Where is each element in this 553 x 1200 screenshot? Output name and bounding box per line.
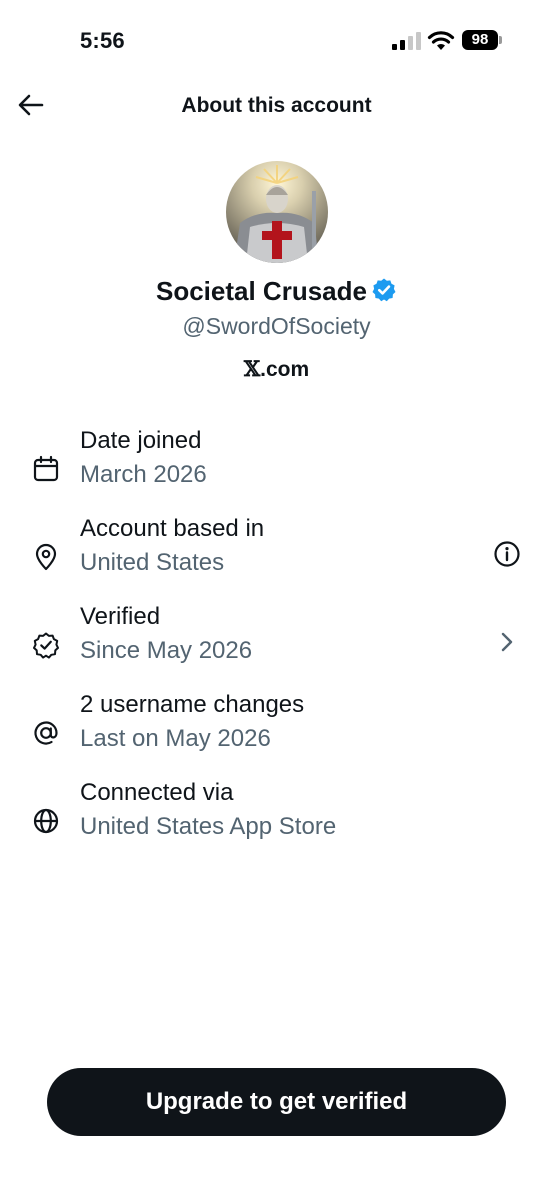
detail-row-date-joined: Date joined March 2026 — [0, 427, 553, 507]
detail-title: Verified — [80, 603, 161, 630]
status-bar: 5:56 98 — [0, 0, 553, 80]
handle: @SwordOfSociety — [182, 313, 371, 339]
detail-value: March 2026 — [80, 461, 207, 488]
verified-blue-check-icon[interactable] — [371, 277, 397, 303]
detail-value: United States App Store — [80, 813, 337, 840]
detail-title: Account based in — [80, 515, 265, 542]
detail-row-account-location: Account based in United States — [0, 515, 553, 595]
detail-row-username-changes: 2 username changes Last on May 2026 — [0, 691, 553, 771]
info-button[interactable] — [492, 539, 522, 569]
globe-icon — [33, 808, 59, 834]
info-icon — [494, 541, 520, 567]
detail-title: Connected via — [80, 779, 234, 806]
display-name: Societal Crusade — [156, 276, 367, 306]
domain-text: .com — [260, 358, 310, 381]
location-pin-icon — [35, 543, 57, 571]
detail-value: Since May 2026 — [80, 637, 253, 664]
battery-level: 98 — [462, 30, 498, 50]
page-title: About this account — [181, 94, 372, 117]
verified-badge-icon — [33, 632, 59, 659]
detail-value: Last on May 2026 — [80, 725, 271, 752]
account-domain: 𝕏.com — [0, 356, 553, 382]
display-name-row: Societal Crusade — [0, 276, 553, 307]
wifi-icon — [427, 31, 455, 50]
avatar[interactable] — [226, 161, 328, 263]
chevron-right-icon — [501, 632, 513, 652]
crusader-knight-avatar-icon — [226, 161, 328, 263]
x-logo-icon: 𝕏 — [243, 356, 261, 381]
status-time: 5:56 — [80, 28, 125, 53]
verified-details-button[interactable] — [492, 627, 522, 657]
detail-row-connected-via: Connected via United States App Store — [0, 779, 553, 859]
detail-title: Date joined — [80, 427, 202, 454]
detail-row-verified[interactable]: Verified Since May 2026 — [0, 603, 553, 683]
calendar-icon — [33, 455, 59, 482]
detail-value: United States — [80, 549, 225, 576]
at-sign-icon — [34, 721, 58, 745]
battery-indicator: 98 — [462, 30, 502, 50]
battery-tip — [499, 36, 502, 44]
upgrade-verified-button[interactable]: Upgrade to get verified — [47, 1068, 506, 1136]
top-nav: About this account — [0, 80, 553, 134]
detail-title: 2 username changes — [80, 691, 305, 718]
cellular-signal-icon — [392, 32, 421, 50]
